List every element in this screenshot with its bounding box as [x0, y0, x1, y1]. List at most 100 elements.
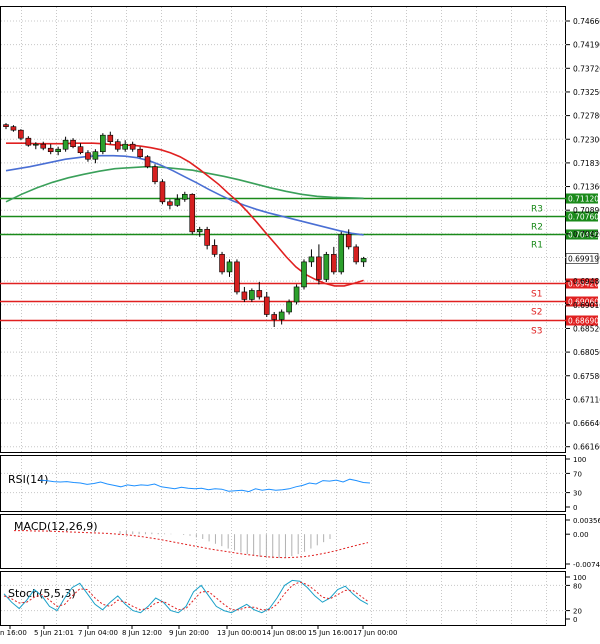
- chart-svg: R30.71120R20.70760R10.70400S10.69420S20.…: [0, 6, 600, 637]
- price-tick-label: 0.71830: [573, 159, 600, 168]
- candle: [330, 246, 337, 275]
- candle: [144, 155, 151, 169]
- candle: [159, 179, 166, 205]
- candle-body: [286, 301, 292, 313]
- price-tick-label: 0.73720: [573, 64, 600, 73]
- price-tick-label: 0.69480: [573, 277, 600, 286]
- price-tick-label: 0.74190: [573, 41, 600, 50]
- candle: [107, 131, 114, 145]
- panel-border: [0, 571, 566, 626]
- price-tick-label: 0.73250: [573, 88, 600, 97]
- candle-body: [293, 286, 300, 303]
- candle-body: [338, 234, 345, 273]
- candle: [10, 125, 17, 132]
- level-name-r2: R2: [531, 223, 543, 233]
- candle-body: [226, 261, 233, 273]
- candle: [293, 284, 300, 305]
- candle-body: [211, 245, 218, 255]
- candle-body: [10, 126, 17, 131]
- level-name-s3: S3: [531, 327, 542, 337]
- candle: [122, 140, 128, 152]
- rsi-tick-label: 70: [573, 470, 582, 478]
- stoch-tick-label: 0: [573, 616, 577, 624]
- price-tick-label: 0.74660: [573, 17, 600, 26]
- price-tick-label: 0.67580: [573, 372, 600, 381]
- candle: [92, 149, 99, 164]
- candle-body: [107, 134, 114, 142]
- rsi-label: RSI(14): [8, 473, 48, 486]
- candle-body: [278, 311, 285, 320]
- rsi-tick-label: 100: [573, 456, 586, 464]
- candle: [211, 239, 218, 257]
- level-name-s2: S2: [531, 308, 542, 318]
- candle-body: [144, 156, 151, 168]
- candle-body: [353, 246, 359, 263]
- rsi-panel: RSI(14) 100 70 30 0: [1, 456, 586, 512]
- price-tick-label: 0.72780: [573, 112, 600, 121]
- candle-body: [55, 148, 61, 153]
- candle: [316, 244, 322, 285]
- candle: [256, 281, 263, 300]
- candle-body: [204, 229, 210, 246]
- time-tick-label: 13 Jun 00:00: [217, 629, 261, 637]
- candle: [241, 286, 248, 302]
- candle-body: [234, 261, 240, 293]
- candle: [55, 146, 61, 156]
- candle-body: [360, 258, 367, 263]
- candle: [182, 191, 188, 202]
- candle-body: [323, 254, 330, 280]
- candle: [249, 288, 255, 302]
- price-tick-label: 0.71360: [573, 183, 600, 192]
- time-tick-label: 14 Jun 08:00: [262, 629, 306, 637]
- time-tick-label: 15 Jun 16:00: [308, 629, 352, 637]
- level-name-r3: R3: [531, 205, 543, 215]
- candle-body: [25, 137, 32, 146]
- candle-body: [256, 290, 263, 298]
- candle: [167, 199, 173, 210]
- stoch-tick-label: 100: [573, 574, 586, 582]
- candle: [3, 123, 9, 130]
- candle: [129, 141, 136, 152]
- candle: [114, 139, 121, 152]
- chart-window: R3 0.71120 R2 0.70760 R1 0.70400 S1 0.69420 S2 0.…: [0, 0, 600, 640]
- macd-signal-line: [14, 530, 369, 559]
- time-tick-label: 17 Jun 00:00: [353, 629, 397, 637]
- candle-body: [182, 193, 188, 200]
- candle-body: [316, 256, 322, 280]
- candle: [278, 309, 285, 325]
- candle-body: [129, 143, 136, 150]
- candle-body: [137, 148, 143, 158]
- candlesticks: [3, 123, 367, 328]
- candle: [301, 259, 307, 290]
- candle: [47, 144, 54, 155]
- time-tick-label: 8 Jun 12:00: [122, 629, 162, 637]
- candle: [77, 143, 84, 155]
- candle-body: [100, 134, 106, 153]
- candle-body: [152, 166, 158, 183]
- candle-body: [77, 146, 84, 154]
- candle: [189, 193, 196, 235]
- candle: [286, 299, 292, 315]
- stoch-tick-label: 20: [573, 608, 582, 616]
- candle: [18, 129, 24, 141]
- moving-averages: [5, 142, 364, 287]
- stoch-tick-label: 80: [573, 582, 582, 590]
- time-tick-label: 7 Jun 04:00: [78, 629, 118, 637]
- level-price-label: 0.71120: [568, 195, 599, 204]
- price-tick-label: 0.66640: [573, 419, 600, 428]
- candle: [152, 164, 158, 185]
- candle-body: [40, 143, 47, 149]
- candle-body: [92, 151, 99, 160]
- candle: [25, 136, 32, 147]
- macd-tick-label: -0.007482: [573, 561, 600, 569]
- candle: [308, 249, 315, 267]
- current-price-label: 0.69919: [568, 254, 599, 263]
- level-name-r1: R1: [531, 241, 543, 251]
- candle-body: [271, 314, 278, 320]
- candle: [204, 226, 210, 250]
- candle: [70, 138, 76, 149]
- time-tick-label: 9 Jun 20:00: [169, 629, 209, 637]
- candle-body: [32, 143, 39, 146]
- pivot-levels: R30.71120R20.70760R10.70400S10.69420S20.…: [0, 193, 599, 337]
- candle-body: [189, 193, 196, 233]
